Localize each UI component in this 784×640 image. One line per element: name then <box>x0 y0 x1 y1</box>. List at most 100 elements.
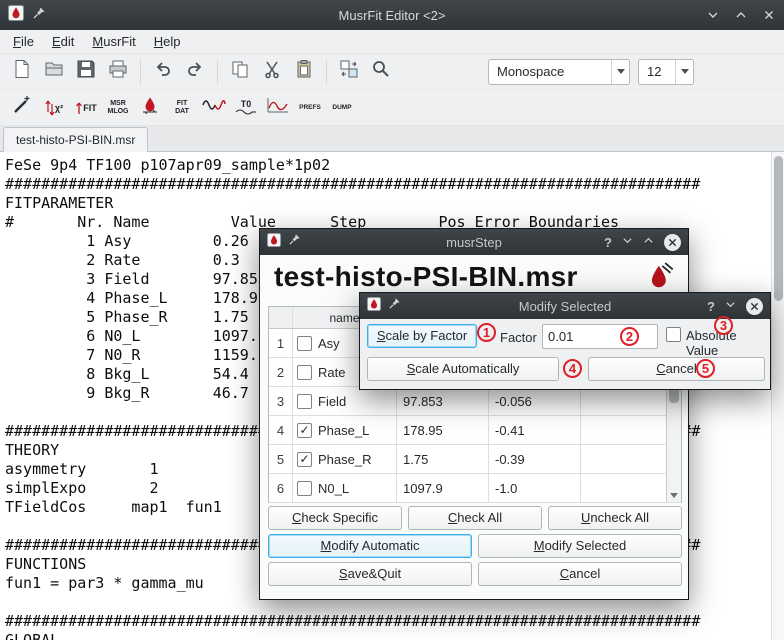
row-checkbox[interactable] <box>297 481 312 496</box>
print-icon <box>108 59 128 84</box>
paste-button[interactable] <box>288 57 320 87</box>
t0-icon: T0 <box>235 100 257 116</box>
annotation-1-circle: 1 <box>477 323 496 342</box>
pin-icon[interactable] <box>388 297 401 315</box>
row-checkbox[interactable] <box>297 365 312 380</box>
minimize-icon[interactable] <box>622 233 633 251</box>
param-step: -0.41 <box>489 416 581 444</box>
main-toolbar: Monospace 12 <box>0 54 784 90</box>
scale-automatically-button[interactable]: Scale Automatically <box>367 357 559 381</box>
row-number: 4 <box>269 416 293 444</box>
chevron-down-icon[interactable] <box>675 60 693 84</box>
help-icon[interactable]: ? <box>604 235 612 250</box>
undo-button[interactable] <box>147 57 179 87</box>
find-button[interactable] <box>365 57 397 87</box>
prefs-button[interactable]: PREFS <box>294 93 326 123</box>
annotation-4-circle: 4 <box>563 359 582 378</box>
row-checkbox[interactable] <box>297 336 312 351</box>
menu-item[interactable]: Help <box>145 31 190 52</box>
window-titlebar: MusrFit Editor <2> <box>0 0 784 30</box>
font-size-select[interactable]: 12 <box>638 59 694 85</box>
minimize-icon[interactable] <box>706 8 720 22</box>
musrfit-toolbar: χ² FIT MSR MLOG FIT DAT T0 PREFS DUMP <box>0 90 784 126</box>
cancel-button[interactable]: Cancel <box>588 357 765 381</box>
fit-dat-button[interactable]: FIT DAT <box>166 93 198 123</box>
close-icon[interactable] <box>664 234 681 251</box>
wave-icon <box>202 96 226 119</box>
font-select[interactable]: Monospace <box>488 59 630 85</box>
modify-automatic-button[interactable]: Modify Automatic <box>268 534 472 558</box>
musrstep-dialog: musrStep ? test-histo-PSI-BIN.msr name 1… <box>259 228 689 600</box>
modify-selected-dialog: Modify Selected ? Scale by Factor Factor… <box>359 292 771 390</box>
menubar: FileEditMusrFitHelp <box>0 30 784 54</box>
dump-button[interactable]: DUMP <box>326 93 358 123</box>
row-checkbox[interactable]: ✓ <box>297 423 312 438</box>
new-file-button[interactable] <box>6 57 38 87</box>
menu-item[interactable]: File <box>4 31 43 52</box>
close-icon[interactable] <box>762 8 776 22</box>
minimize-icon[interactable] <box>725 297 736 315</box>
plot-button[interactable] <box>262 93 294 123</box>
uncheck-all-button[interactable]: Uncheck All <box>548 506 682 530</box>
musrfit-icon: FIT <box>75 101 97 115</box>
tab-bar: test-histo-PSI-BIN.msr <box>0 126 784 152</box>
musrfit-button[interactable]: FIT <box>70 93 102 123</box>
scroll-down-icon[interactable] <box>667 488 681 502</box>
musrwiz-button[interactable] <box>6 93 38 123</box>
scrollbar-thumb[interactable] <box>774 156 783 301</box>
scale-by-factor-button[interactable]: Scale by Factor <box>367 324 477 348</box>
cut-button[interactable] <box>256 57 288 87</box>
maximize-icon[interactable] <box>734 8 748 22</box>
param-name: Rate <box>318 365 345 380</box>
window-title: MusrFit Editor <2> <box>0 8 784 23</box>
factor-input[interactable] <box>542 324 658 349</box>
musrview-button[interactable] <box>134 93 166 123</box>
save-button[interactable] <box>70 57 102 87</box>
chevron-down-icon[interactable] <box>611 60 629 84</box>
check-all-button[interactable]: Check All <box>408 506 542 530</box>
cut-icon <box>262 59 282 84</box>
copy-button[interactable] <box>224 57 256 87</box>
open-file-button[interactable] <box>38 57 70 87</box>
param-name: Phase_R <box>318 452 371 467</box>
save-quit-button[interactable]: Save&Quit <box>268 562 472 586</box>
close-icon[interactable] <box>746 298 763 315</box>
save-icon <box>76 59 96 84</box>
check-specific-button[interactable]: Check Specific <box>268 506 402 530</box>
calc-chisq-button[interactable]: χ² <box>38 93 70 123</box>
musrstep-titlebar: musrStep ? <box>260 229 688 255</box>
menu-item[interactable]: Edit <box>43 31 83 52</box>
swap-msr-mlog-button[interactable]: MSR MLOG <box>102 93 134 123</box>
new-file-icon <box>12 59 32 84</box>
modify-selected-button[interactable]: Modify Selected <box>478 534 682 558</box>
musrview-icon <box>141 96 159 119</box>
param-value: 178.95 <box>397 416 489 444</box>
menu-item[interactable]: MusrFit <box>83 31 144 52</box>
app-logo-icon <box>367 297 381 316</box>
editor-scrollbar[interactable] <box>771 152 784 640</box>
cancel-button[interactable]: Cancel <box>478 562 682 586</box>
t0-button[interactable]: T0 <box>230 93 262 123</box>
pin-icon[interactable] <box>288 233 301 251</box>
font-size-value: 12 <box>639 64 675 79</box>
replace-icon <box>339 59 359 84</box>
tab-msr-file[interactable]: test-histo-PSI-BIN.msr <box>3 127 148 152</box>
help-icon[interactable]: ? <box>707 299 715 314</box>
open-folder-icon <box>44 59 64 84</box>
redo-button[interactable] <box>179 57 211 87</box>
param-step: -0.39 <box>489 445 581 473</box>
param-step: -1.0 <box>489 474 581 502</box>
factor-label: Factor <box>500 330 537 345</box>
tab-label: test-histo-PSI-BIN.msr <box>16 133 135 147</box>
row-checkbox[interactable]: ✓ <box>297 452 312 467</box>
print-button[interactable] <box>102 57 134 87</box>
modify-titlebar: Modify Selected ? <box>360 293 770 319</box>
absolute-value-checkbox[interactable] <box>666 327 681 342</box>
wave-button[interactable] <box>198 93 230 123</box>
table-row: 4 ✓Phase_L 178.95 -0.41 <box>269 416 681 445</box>
maximize-icon[interactable] <box>643 233 654 251</box>
annotation-3-circle: 3 <box>714 316 733 335</box>
replace-button[interactable] <box>333 57 365 87</box>
swap-msr-mlog-icon: MSR MLOG <box>103 100 133 116</box>
row-checkbox[interactable] <box>297 394 312 409</box>
